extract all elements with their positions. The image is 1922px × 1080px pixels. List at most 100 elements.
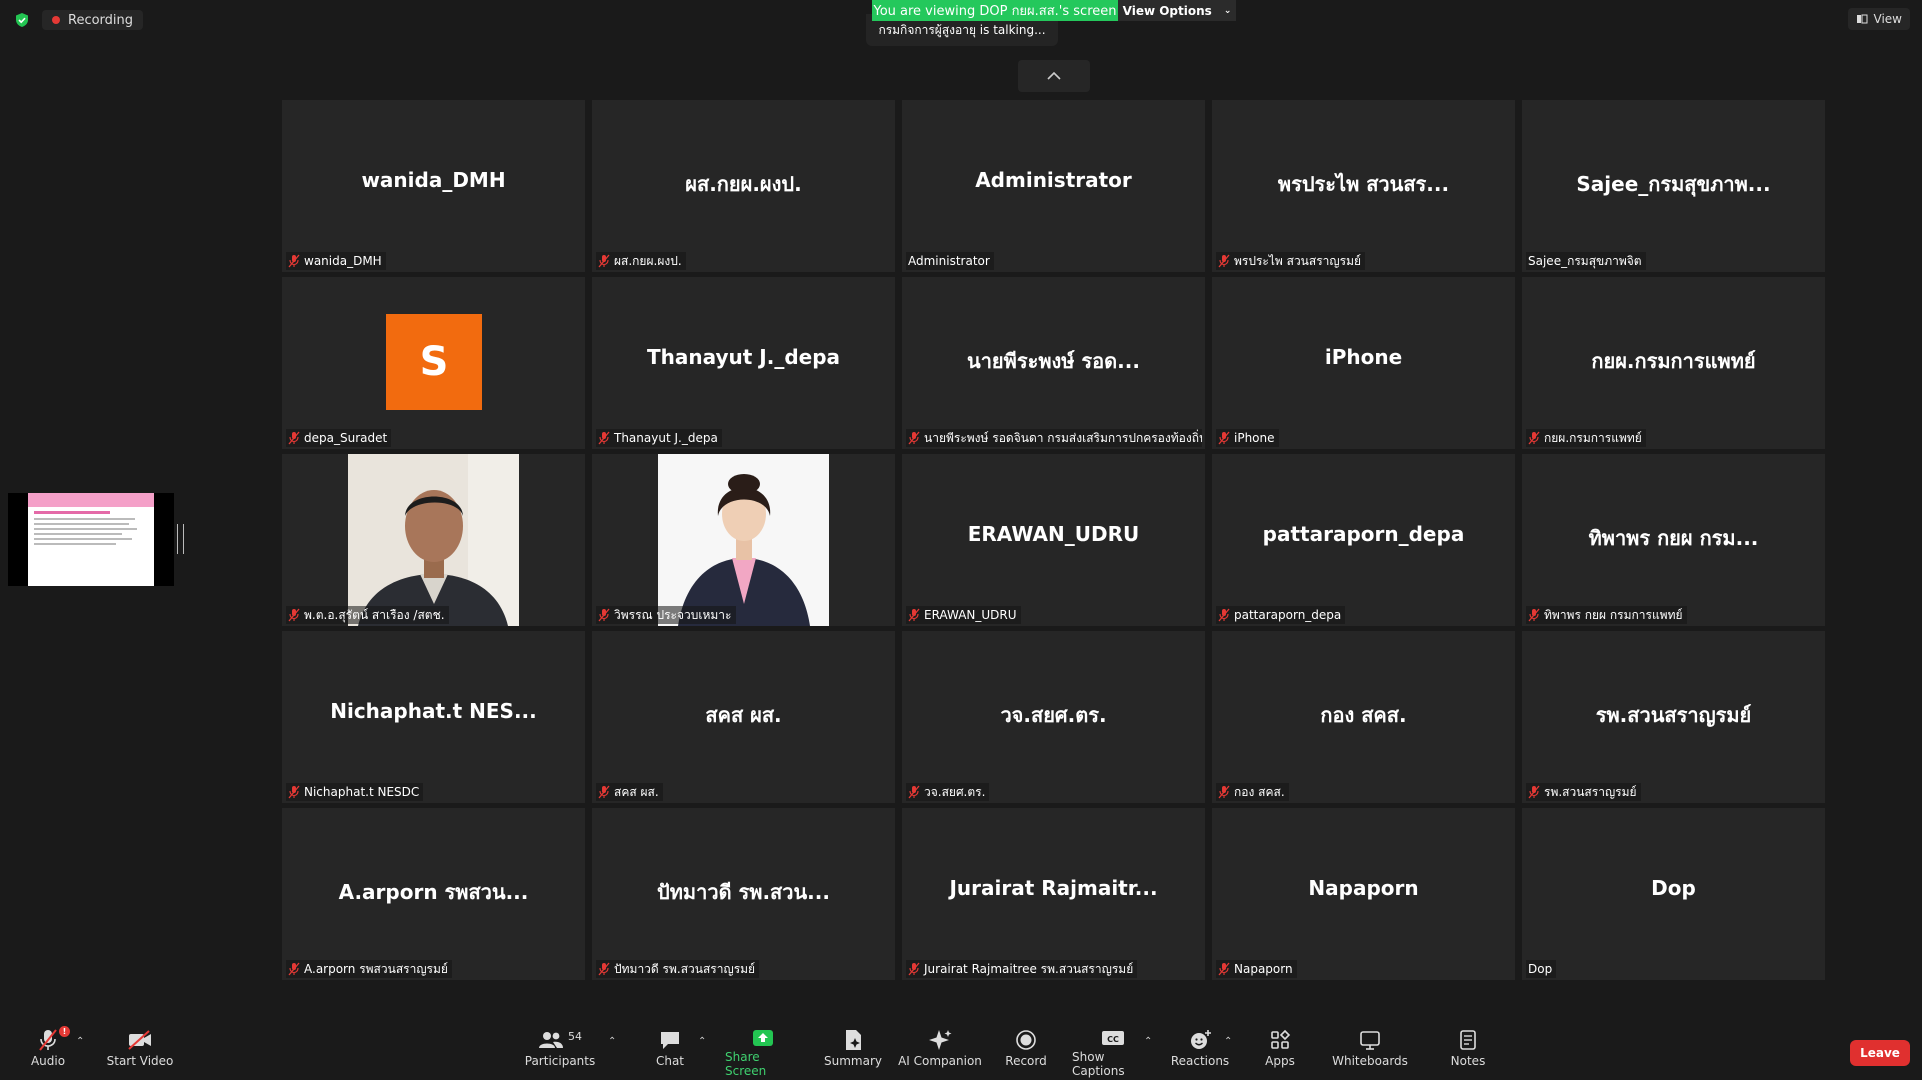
gallery-grid: wanida_DMH wanida_DMH ผส.กยผ.ผงป. ผส.กยผ.ผง… — [282, 100, 1827, 980]
participant-tile[interactable]: รพ.สวนสราญรมย์ รพ.สวนสราญรมย์ — [1522, 631, 1825, 803]
participant-name-label: Jurairat Rajmaitree รพ.สวนสราญรมย์ — [906, 960, 1138, 978]
shield-icon — [16, 13, 28, 27]
participant-tile[interactable]: Napaporn Napaporn — [1212, 808, 1515, 980]
notes-button[interactable]: Notes — [1450, 1026, 1486, 1078]
recording-label: Recording — [68, 12, 134, 28]
participant-name-label: iPhone — [1216, 429, 1279, 447]
participant-tile[interactable]: วจ.สยศ.ตร. วจ.สยศ.ตร. — [902, 631, 1205, 803]
shared-screen-thumbnail[interactable] — [8, 493, 174, 586]
resize-handle[interactable] — [177, 524, 184, 554]
participant-tile[interactable]: pattaraporn_depa pattaraporn_depa — [1212, 454, 1515, 626]
start-video-button[interactable]: Start Video — [104, 1026, 176, 1078]
participant-name-label: กยผ.กรมการแพทย์ — [1526, 429, 1646, 447]
participant-name-label: วจ.สยศ.ตร. — [906, 783, 990, 801]
participant-tile[interactable]: A.arporn รพสวน... A.arporn รพสวนสราญรมย์ — [282, 808, 585, 980]
ai-companion-button[interactable]: AI Companion — [898, 1026, 982, 1078]
participant-display-name: iPhone — [1324, 345, 1403, 369]
participants-icon — [539, 1032, 563, 1048]
participants-button[interactable]: 54 Participants — [525, 1026, 596, 1078]
whiteboards-button[interactable]: Whiteboards — [1332, 1026, 1408, 1078]
participant-name-label: pattaraporn_depa — [1216, 606, 1346, 624]
audio-options-caret[interactable]: ⌃ — [76, 1036, 84, 1047]
participant-video — [348, 454, 519, 626]
collapse-gallery-button[interactable] — [1018, 60, 1090, 92]
view-options-button[interactable]: View Options ⌄ — [1118, 0, 1236, 21]
participant-display-name: ปัทมาวดี รพ.สวน... — [657, 880, 830, 904]
summary-icon — [846, 1030, 861, 1050]
summary-button[interactable]: Summary — [824, 1026, 882, 1078]
participant-tile[interactable]: วิพรรณ ประจวบเหมาะ — [592, 454, 895, 626]
participant-tile[interactable]: wanida_DMH wanida_DMH — [282, 100, 585, 272]
participant-tile[interactable]: พ.ต.อ.สุรัตน์ สาเรือง /สตช. — [282, 454, 585, 626]
participant-name-label: พ.ต.อ.สุรัตน์ สาเรือง /สตช. — [286, 606, 449, 624]
recording-indicator[interactable]: Recording — [42, 10, 144, 30]
participant-tile[interactable]: Administrator Administrator — [902, 100, 1205, 272]
participant-name-text: ERAWAN_UDRU — [924, 608, 1017, 622]
microphone-muted-icon — [908, 608, 920, 622]
participant-name-text: ผส.กยผ.ผงป. — [614, 253, 682, 268]
reactions-options-caret[interactable]: ⌃ — [1224, 1036, 1232, 1047]
ai-sparkle-icon — [929, 1030, 952, 1050]
summary-label: Summary — [824, 1054, 882, 1068]
view-button[interactable]: View — [1847, 8, 1910, 30]
participant-display-name: Sajee_กรมสุขภาพ... — [1576, 172, 1771, 196]
whiteboards-label: Whiteboards — [1332, 1054, 1408, 1068]
svg-text:CC: CC — [1107, 1035, 1119, 1044]
start-video-label: Start Video — [106, 1054, 174, 1068]
participant-tile[interactable]: พรประไพ สวนสร... พรประไพ สวนสราญรมย์ — [1212, 100, 1515, 272]
participant-tile[interactable]: Sdepa_Suradet — [282, 277, 585, 449]
participant-display-name: วจ.สยศ.ตร. — [1000, 703, 1107, 727]
apps-icon — [1271, 1029, 1291, 1049]
share-screen-icon — [753, 1030, 773, 1046]
participant-display-name: Nichaphat.t NES... — [330, 699, 537, 723]
microphone-muted-icon — [598, 962, 610, 976]
participant-name-label: กอง สคส. — [1216, 783, 1289, 801]
reactions-button[interactable]: Reactions — [1170, 1026, 1230, 1078]
audio-button[interactable]: ! Audio — [28, 1026, 70, 1078]
participant-display-name: Administrator — [975, 168, 1132, 192]
participant-video — [658, 454, 829, 626]
participant-tile[interactable]: Thanayut J._depa Thanayut J._depa — [592, 277, 895, 449]
participant-tile[interactable]: ทิพาพร กยผ กรม... ทิพาพร กยผ กรมการแพทย์ — [1522, 454, 1825, 626]
participant-name-text: Sajee_กรมสุขภาพจิต — [1528, 253, 1642, 268]
chevron-down-icon: ⌄ — [1223, 5, 1232, 16]
participant-tile[interactable]: กอง สคส. กอง สคส. — [1212, 631, 1515, 803]
leave-button[interactable]: Leave — [1850, 1040, 1910, 1066]
show-captions-label: Show Captions — [1072, 1050, 1125, 1078]
participant-tile[interactable]: Dop Dop — [1522, 808, 1825, 980]
share-screen-button[interactable]: Share Screen — [725, 1026, 801, 1078]
chat-button[interactable]: Chat — [650, 1026, 690, 1078]
participant-tile[interactable]: Jurairat Rajmaitr... Jurairat Rajmaitree … — [902, 808, 1205, 980]
participant-tile[interactable]: Nichaphat.t NES... Nichaphat.t NESDC — [282, 631, 585, 803]
participant-name-label: รพ.สวนสราญรมย์ — [1526, 783, 1641, 801]
captions-options-caret[interactable]: ⌃ — [1144, 1036, 1152, 1047]
participant-tile[interactable]: ปัทมาวดี รพ.สวน... ปัทมาวดี รพ.สวนสราญรมย… — [592, 808, 895, 980]
participant-tile[interactable]: นายพีระพงษ์ รอด... นายพีระพงษ์ รอดจินดา ก… — [902, 277, 1205, 449]
participant-name-text: Dop — [1528, 962, 1553, 976]
participant-name-label: depa_Suradet — [286, 429, 392, 447]
participant-name-text: พ.ต.อ.สุรัตน์ สาเรือง /สตช. — [304, 607, 445, 622]
participant-tile[interactable]: iPhone iPhone — [1212, 277, 1515, 449]
show-captions-button[interactable]: CC Show Captions — [1072, 1026, 1154, 1078]
participants-options-caret[interactable]: ⌃ — [608, 1036, 616, 1047]
participant-tile[interactable]: ผส.กยผ.ผงป. ผส.กยผ.ผงป. — [592, 100, 895, 272]
reactions-label: Reactions — [1170, 1054, 1230, 1068]
participant-tile[interactable]: Sajee_กรมสุขภาพ... Sajee_กรมสุขภาพจิต — [1522, 100, 1825, 272]
participant-name-text: ปัทมาวดี รพ.สวนสราญรมย์ — [614, 961, 756, 976]
participant-tile[interactable]: สคส ผส. สคส ผส. — [592, 631, 895, 803]
participant-display-name: Napaporn — [1308, 876, 1419, 900]
audio-label: Audio — [30, 1054, 66, 1068]
participant-name-label: Napaporn — [1216, 960, 1297, 978]
participant-tile[interactable]: ERAWAN_UDRU ERAWAN_UDRU — [902, 454, 1205, 626]
audio-alert-badge: ! — [59, 1026, 70, 1037]
participant-name-label: Nichaphat.t NESDC — [286, 783, 424, 801]
microphone-muted-icon — [598, 785, 610, 799]
video-off-icon — [128, 1030, 151, 1050]
participant-name-text: Napaporn — [1234, 962, 1293, 976]
reactions-icon — [1191, 1030, 1211, 1049]
apps-button[interactable]: Apps — [1262, 1026, 1298, 1078]
chat-options-caret[interactable]: ⌃ — [698, 1036, 706, 1047]
record-button[interactable]: Record — [1004, 1026, 1048, 1078]
microphone-muted-icon — [288, 785, 300, 799]
participant-tile[interactable]: กยผ.กรมการแพทย์ กยผ.กรมการแพทย์ — [1522, 277, 1825, 449]
